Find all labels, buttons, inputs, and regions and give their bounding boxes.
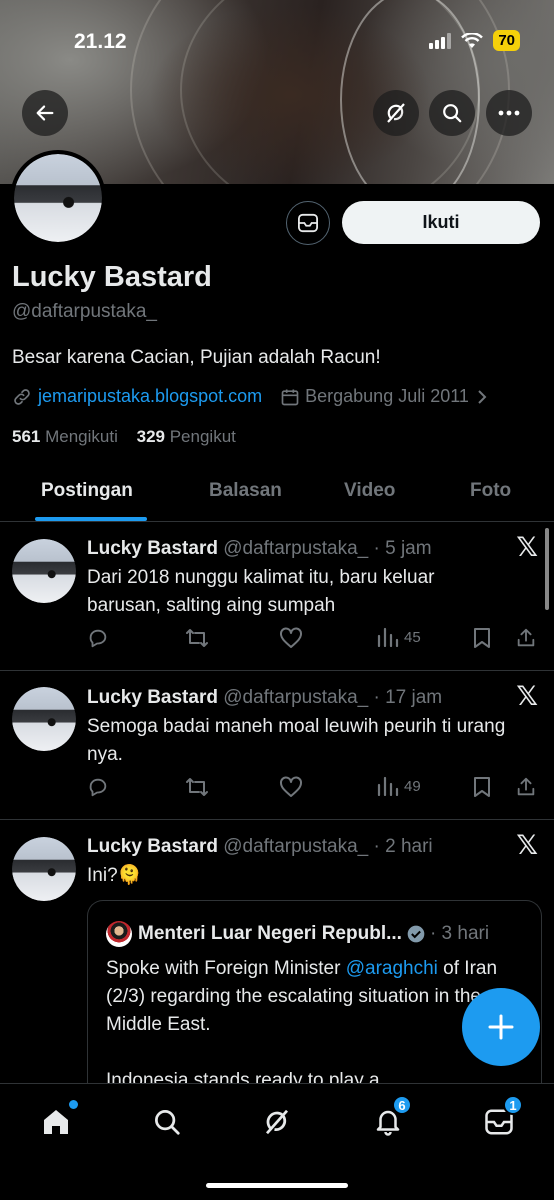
share-button[interactable] [515,627,537,649]
x-logo-icon: 𝕏 [516,532,538,562]
share-icon [517,628,535,647]
search-icon [443,104,462,123]
nav-home[interactable] [36,1100,78,1142]
more-icon [498,110,520,116]
home-icon [44,1110,68,1134]
tweet-text: Dari 2018 nunggu kalimat itu, baru kelua… [87,567,435,616]
profile-joined: Bergabung Juli 2011 [305,386,469,406]
nav-messages[interactable]: 1 [479,1095,523,1142]
bookmark-button[interactable] [472,776,492,798]
tab-video[interactable]: Video [344,480,395,502]
like-icon [280,776,302,797]
profile-name: Lucky Bastard [12,261,212,293]
verified-icon [407,925,425,943]
profile-tabs: Postingan Balasan Video Foto [0,470,554,522]
nav-search[interactable] [147,1102,187,1142]
grok-icon [265,1109,289,1135]
grok-button[interactable] [373,90,419,136]
tab-balasan[interactable]: Balasan [209,480,282,502]
share-icon [517,777,535,796]
mention-link[interactable]: @araghchi [346,958,438,979]
profile-bio: Besar karena Cacian, Pujian adalah Racun… [12,347,381,368]
quoted-avatar [106,921,132,947]
tweet-text: Ini?🫠 [87,865,142,886]
compose-button[interactable] [462,988,540,1066]
reply-button[interactable] [87,627,109,649]
wifi-icon [461,32,484,48]
tweet[interactable]: Lucky Bastard @daftarpustaka_ · 17 jam 𝕏… [0,671,554,820]
like-button[interactable] [279,627,303,649]
reply-button[interactable] [87,776,109,798]
views-button[interactable]: 49 [377,776,421,796]
status-icons: 70 [429,30,520,51]
retweet-button[interactable] [185,776,209,798]
notifications-badge: 6 [392,1095,412,1115]
profile-avatar[interactable] [10,150,106,246]
profile-counts: 561 Mengikuti 329 Pengikut [12,427,236,447]
tweet-actions: 45 [87,627,542,653]
bookmark-icon [474,777,490,797]
tweet-header: Lucky Bastard @daftarpustaka_ · 2 hari [87,836,433,857]
messages-badge: 1 [503,1095,523,1115]
reply-icon [89,778,107,797]
retweet-icon [186,629,208,647]
share-button[interactable] [515,776,537,798]
profile-handle: @daftarpustaka_ [12,301,157,322]
home-unread-dot [69,1100,78,1109]
bookmark-button[interactable] [472,627,492,649]
tweet-avatar[interactable] [12,687,76,751]
search-button[interactable] [429,90,475,136]
bookmark-icon [474,628,490,648]
x-logo-icon: 𝕏 [516,681,538,711]
tweet[interactable]: Lucky Bastard @daftarpustaka_ · 5 jam 𝕏 … [0,522,554,671]
profile-meta: jemaripustaka.blogspot.com Bergabung Jul… [12,386,489,407]
message-icon [298,213,318,233]
tweet-actions: 49 [87,776,542,802]
message-button[interactable] [286,201,330,245]
back-arrow-icon [36,105,54,121]
tweet-header: Lucky Bastard @daftarpustaka_ · 17 jam [87,687,443,708]
views-icon [377,776,399,796]
tweet-avatar[interactable] [12,539,76,603]
followers-link[interactable]: 329 Pengikut [137,427,236,446]
like-icon [280,627,302,648]
compose-plus-icon [488,1014,514,1040]
more-button[interactable] [486,90,532,136]
status-time: 21.12 [74,30,127,53]
link-icon [14,388,30,405]
tab-postingan[interactable]: Postingan [41,480,133,502]
tweet-avatar[interactable] [12,837,76,901]
search-icon [155,1110,180,1135]
retweet-icon [186,778,208,796]
nav-grok[interactable] [257,1102,297,1142]
grok-icon [387,103,405,123]
signal-icon [429,32,452,49]
battery-badge: 70 [493,30,520,51]
tab-foto[interactable]: Foto [470,480,511,502]
tweet-header: Lucky Bastard @daftarpustaka_ · 5 jam [87,538,432,559]
reply-icon [89,629,107,648]
follow-button[interactable]: Ikuti [342,201,540,244]
retweet-button[interactable] [185,627,209,649]
back-button[interactable] [22,90,68,136]
calendar-icon [281,389,299,405]
views-button[interactable]: 45 [377,627,421,647]
active-tab-indicator [35,517,147,521]
x-logo-icon: 𝕏 [516,830,538,860]
like-button[interactable] [279,776,303,798]
quoted-tweet-header: Menteri Luar Negeri Republ... · 3 hari [106,921,489,947]
tweet-text: Semoga badai maneh moal leuwih peurih ti… [87,716,506,765]
views-icon [377,627,399,647]
nav-notifications[interactable]: 6 [368,1095,412,1142]
profile-website-link[interactable]: jemaripustaka.blogspot.com [38,386,262,407]
following-link[interactable]: 561 Mengikuti [12,427,118,446]
home-indicator[interactable] [206,1183,348,1188]
chevron-right-icon[interactable] [475,389,489,405]
